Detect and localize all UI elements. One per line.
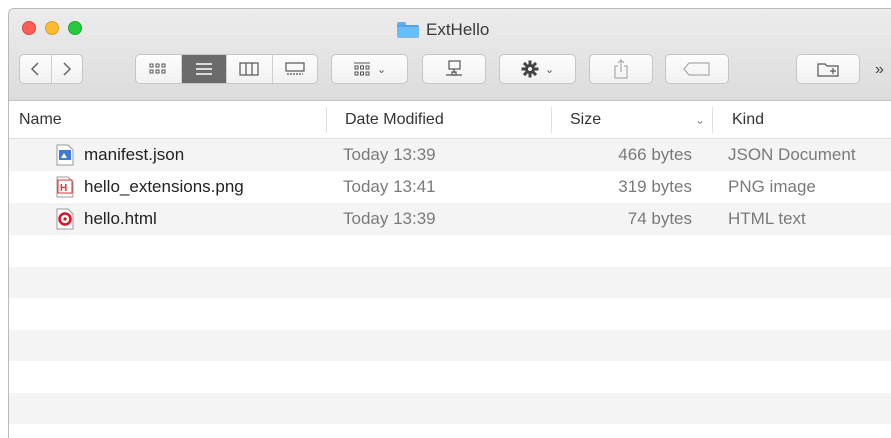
empty-row: [9, 298, 891, 330]
window-title-label: ExtHello: [426, 20, 490, 39]
tag-button[interactable]: [665, 54, 729, 84]
empty-row: [9, 266, 891, 298]
gallery-view-button[interactable]: [273, 55, 318, 83]
file-date: Today 13:41: [343, 177, 436, 196]
zoom-window-button[interactable]: [68, 21, 82, 35]
view-mode-control: [135, 54, 318, 84]
file-list: manifest.json Today 13:39 466 bytes JSON…: [9, 139, 891, 424]
file-size: 319 bytes: [618, 177, 692, 196]
empty-row: [9, 392, 891, 424]
column-view-button[interactable]: [227, 55, 273, 83]
group-by-button[interactable]: ⌄: [331, 54, 408, 84]
file-name: hello.html: [84, 209, 157, 228]
table-row[interactable]: manifest.json Today 13:39 466 bytes JSON…: [9, 139, 891, 171]
column-divider[interactable]: [326, 107, 327, 133]
back-forward-control: [19, 54, 83, 84]
minimize-window-button[interactable]: [45, 21, 59, 35]
column-divider[interactable]: [712, 107, 713, 133]
svg-text:H: H: [60, 183, 67, 194]
action-menu-button[interactable]: ⌄: [499, 54, 576, 84]
chevron-down-icon: ⌄: [544, 63, 555, 76]
empty-row: [9, 329, 891, 361]
close-window-button[interactable]: [22, 21, 36, 35]
icon-view-button[interactable]: [136, 55, 182, 83]
file-kind: JSON Document: [728, 145, 856, 164]
file-date: Today 13:39: [343, 145, 436, 164]
new-folder-icon: [817, 63, 839, 77]
column-divider[interactable]: [551, 107, 552, 133]
toolbar-overflow-button[interactable]: »: [875, 61, 884, 79]
empty-row: [9, 361, 891, 393]
list-view-icon: [195, 63, 212, 75]
file-name-cell: H hello_extensions.png: [56, 171, 244, 203]
file-kind: PNG image: [728, 177, 816, 196]
gallery-view-icon: [285, 62, 305, 75]
chevron-down-icon: ⌄: [376, 63, 387, 76]
gear-icon: [521, 60, 539, 78]
network-drive-icon: [446, 60, 462, 76]
finder-window: ExtHello ⌄ ⌄ » Name Date Modified Size ⌄…: [8, 8, 891, 438]
file-name-cell: manifest.json: [56, 139, 184, 171]
title-bar: ExtHello ⌄ ⌄ »: [9, 9, 891, 101]
column-header-size[interactable]: Size: [570, 101, 601, 139]
file-size: 74 bytes: [627, 209, 692, 228]
column-view-icon: [239, 62, 259, 76]
share-icon: [614, 59, 628, 79]
table-row[interactable]: H hello_extensions.png Today 13:41 319 b…: [9, 171, 891, 203]
window-title: ExtHello: [397, 20, 489, 40]
column-header-date[interactable]: Date Modified: [345, 101, 444, 139]
column-header-name[interactable]: Name: [19, 101, 62, 139]
file-name-cell: hello.html: [56, 203, 157, 235]
column-header-kind[interactable]: Kind: [732, 101, 764, 139]
empty-row: [9, 235, 891, 267]
new-folder-button[interactable]: [796, 54, 860, 84]
file-kind: HTML text: [728, 209, 806, 228]
forward-button[interactable]: [52, 55, 83, 83]
table-row[interactable]: hello.html Today 13:39 74 bytes HTML tex…: [9, 203, 891, 235]
chevron-right-icon: [63, 62, 71, 76]
back-button[interactable]: [20, 55, 52, 83]
json-file-icon: [56, 144, 74, 166]
share-button[interactable]: [589, 54, 653, 84]
sort-chevron-down-icon: ⌄: [695, 113, 706, 127]
icon-view-icon: [149, 63, 166, 74]
connect-server-button[interactable]: [422, 54, 486, 84]
column-header-row: Name Date Modified Size ⌄ Kind: [9, 101, 891, 139]
list-view-button[interactable]: [181, 55, 227, 83]
png-file-icon: H: [56, 176, 74, 198]
file-date: Today 13:39: [343, 209, 436, 228]
tag-icon: [683, 62, 710, 76]
html-file-icon: [56, 208, 74, 230]
folder-icon: [397, 22, 419, 38]
group-by-icon: [353, 62, 370, 76]
file-name: manifest.json: [84, 145, 185, 164]
file-name: hello_extensions.png: [84, 177, 244, 196]
file-size: 466 bytes: [618, 145, 692, 164]
chevron-left-icon: [31, 62, 39, 76]
